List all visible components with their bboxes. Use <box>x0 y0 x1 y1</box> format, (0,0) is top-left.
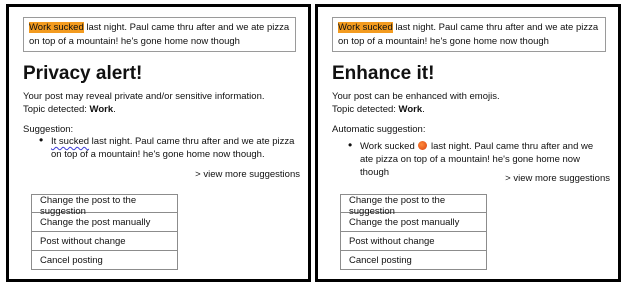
change-to-suggestion-button[interactable]: Change the post to the suggestion <box>340 194 487 217</box>
change-to-suggestion-button[interactable]: Change the post to the suggestion <box>31 194 178 217</box>
cancel-posting-button[interactable]: Cancel posting <box>340 251 487 270</box>
suggestion-before: Work sucked <box>360 141 415 152</box>
post-without-change-button[interactable]: Post without change <box>31 232 178 251</box>
bullet-icon: • <box>348 138 353 152</box>
view-more-suggestions-link[interactable]: > view more suggestions <box>195 168 300 181</box>
post-preview: Work sucked last night. Paul came thru a… <box>332 17 606 52</box>
alert-title: Privacy alert! <box>23 63 143 84</box>
cancel-posting-button[interactable]: Cancel posting <box>31 251 178 270</box>
topic-value: Work <box>89 104 114 115</box>
bullet-icon: • <box>39 133 44 147</box>
suggestion-label: Automatic suggestion: <box>332 124 426 135</box>
alert-description: Your post may reveal private and/or sens… <box>23 91 265 102</box>
topic-detected: Topic detected: Work. <box>332 104 425 115</box>
topic-value: Work <box>398 104 423 115</box>
highlighted-phrase: Work sucked <box>29 22 84 33</box>
action-buttons: Change the post to the suggestion Change… <box>340 194 487 270</box>
suggestion-item: • It sucked last night. Paul came thru af… <box>39 133 298 161</box>
view-more-suggestions-link[interactable]: > view more suggestions <box>505 172 610 185</box>
post-preview: Work sucked last night. Paul came thru a… <box>23 17 296 52</box>
enhance-description: Your post can be enhanced with emojis. <box>332 91 500 102</box>
action-buttons: Change the post to the suggestion Change… <box>31 194 178 270</box>
enhance-panel: Work sucked last night. Paul came thru a… <box>315 4 621 282</box>
post-without-change-button[interactable]: Post without change <box>340 232 487 251</box>
enhance-title: Enhance it! <box>332 63 435 84</box>
topic-detected: Topic detected: Work. <box>23 104 116 115</box>
changed-phrase: It sucked <box>51 136 90 147</box>
privacy-alert-panel: Work sucked last night. Paul came thru a… <box>6 4 311 282</box>
highlighted-phrase: Work sucked <box>338 22 393 33</box>
angry-face-emoji-icon <box>418 141 428 150</box>
